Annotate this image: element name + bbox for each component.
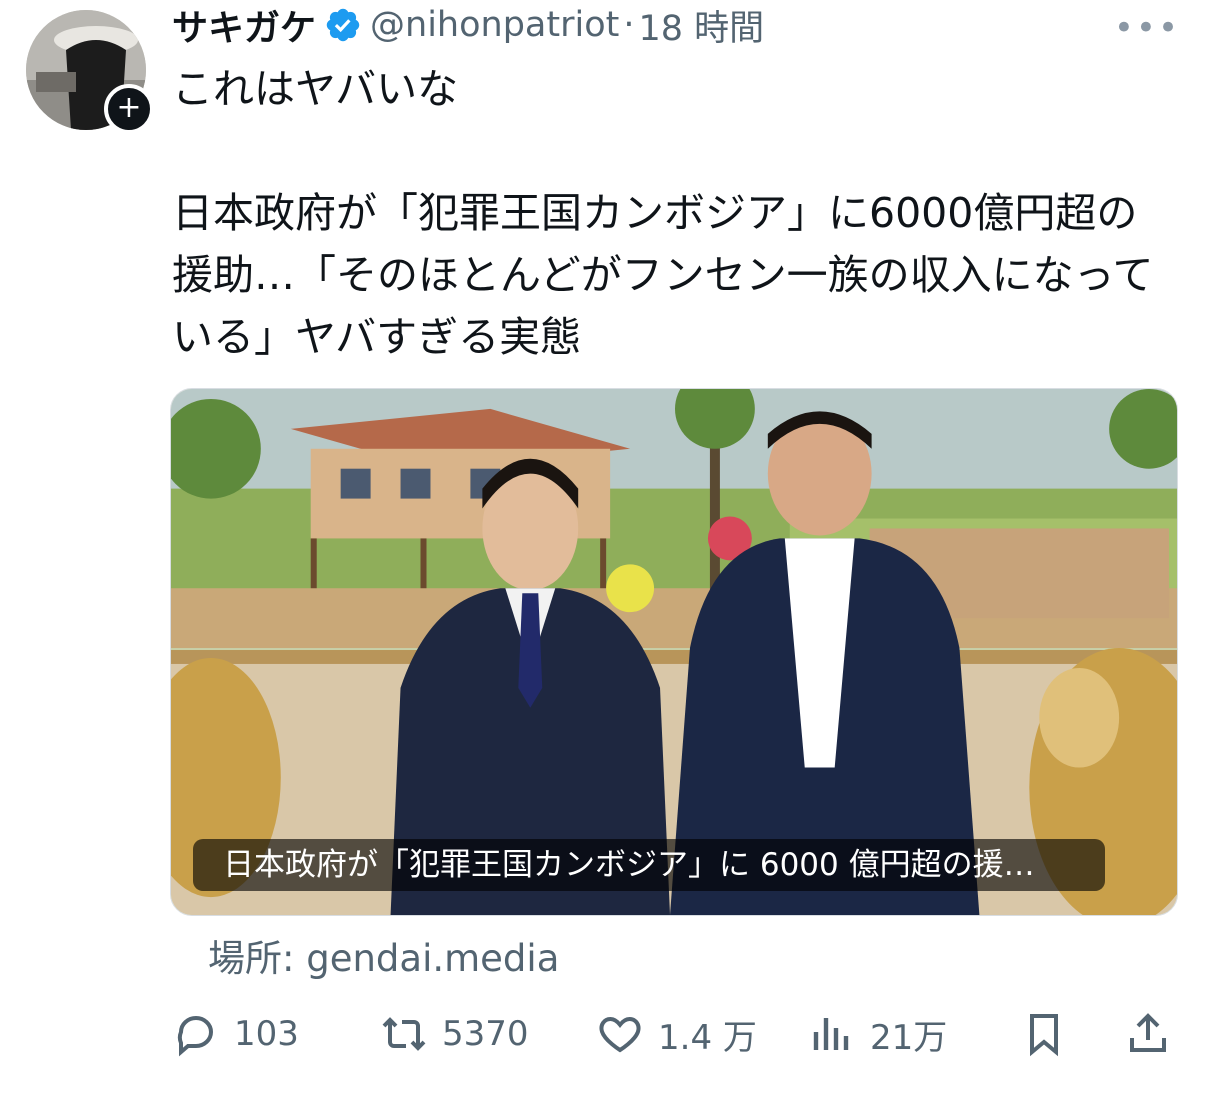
reply-button[interactable]: 103	[172, 1004, 299, 1064]
share-icon	[1130, 1013, 1166, 1052]
card-photo	[171, 389, 1177, 915]
share-button[interactable]	[1124, 1004, 1172, 1064]
views-button[interactable]: 21万	[808, 1004, 947, 1064]
retweet-icon	[382, 1017, 426, 1051]
like-button[interactable]: 1.4 万	[596, 1004, 757, 1064]
bookmark-button[interactable]	[1020, 1004, 1068, 1064]
bookmark-icon	[1030, 1014, 1058, 1057]
reply-count: 103	[234, 1014, 299, 1054]
tweet-header: サキガケ @nihonpatriot · 18 時間	[172, 0, 764, 50]
follow-plus-icon[interactable]: +	[104, 84, 154, 134]
card-source[interactable]: 場所: gendai.media	[208, 928, 559, 982]
views-icon	[813, 1018, 849, 1050]
reply-icon	[177, 1015, 214, 1057]
tweet-text: これはヤバいな 日本政府が「犯罪王国カンボジア」に6000億円超の援助…「そのほ…	[172, 65, 1154, 361]
views-count: 21万	[870, 1017, 948, 1058]
more-icon[interactable]: •••	[1114, 8, 1180, 48]
verified-badge-icon	[326, 8, 360, 42]
handle[interactable]: @nihonpatriot	[370, 5, 619, 45]
retweet-count: 5370	[442, 1014, 529, 1054]
link-card[interactable]: 日本政府が「犯罪王国カンボジア」に 6000 億円超の援…	[170, 388, 1178, 916]
display-name[interactable]: サキガケ	[172, 0, 316, 51]
like-count: 1.4 万	[658, 1017, 757, 1058]
action-bar: 103 5370 1.4 万 21万	[172, 1004, 1182, 1064]
retweet-button[interactable]: 5370	[380, 1004, 529, 1064]
like-icon	[599, 1016, 641, 1053]
timestamp[interactable]: 18 時間	[638, 0, 764, 51]
card-caption: 日本政府が「犯罪王国カンボジア」に 6000 億円超の援…	[193, 839, 1105, 891]
separator-dot: ·	[623, 5, 635, 45]
